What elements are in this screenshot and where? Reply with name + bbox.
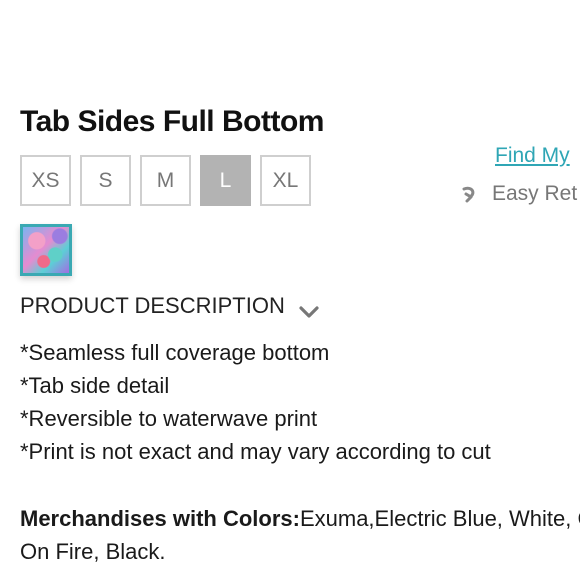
feature-list: *Seamless full coverage bottom *Tab side…: [20, 336, 491, 468]
product-description-heading: PRODUCT DESCRIPTION: [20, 293, 285, 318]
colors-value: Exuma,Electric Blue, White, G: [299, 506, 580, 531]
return-arrow-icon: [458, 183, 480, 205]
color-swatch-print[interactable]: [20, 224, 72, 276]
size-option-xs[interactable]: XS: [20, 155, 71, 206]
available-colors: Merchandises with Colors:Exuma,Electric …: [20, 502, 580, 568]
size-option-xl[interactable]: XL: [260, 155, 311, 206]
colors-label: Merchandises with Colors:: [20, 506, 300, 531]
colors-value-continued: On Fire, Black.: [20, 539, 166, 564]
feature-item: *Print is not exact and may vary accordi…: [20, 439, 491, 464]
chevron-down-icon: [299, 299, 319, 318]
feature-item: *Tab side detail: [20, 373, 170, 398]
size-option-m[interactable]: M: [140, 155, 191, 206]
find-my-size-link[interactable]: Find My: [495, 144, 570, 168]
feature-item: *Seamless full coverage bottom: [20, 340, 330, 365]
easy-returns-label: Easy Ret: [492, 182, 578, 205]
feature-item: *Reversible to waterwave print: [20, 406, 318, 431]
size-option-l[interactable]: L: [200, 155, 251, 206]
size-selector: XS S M L XL: [20, 155, 311, 206]
product-description-toggle[interactable]: PRODUCT DESCRIPTION: [20, 293, 319, 319]
product-title: Tab Sides Full Bottom: [20, 105, 324, 138]
size-option-s[interactable]: S: [80, 155, 131, 206]
easy-returns-link[interactable]: Easy Ret: [458, 182, 577, 206]
